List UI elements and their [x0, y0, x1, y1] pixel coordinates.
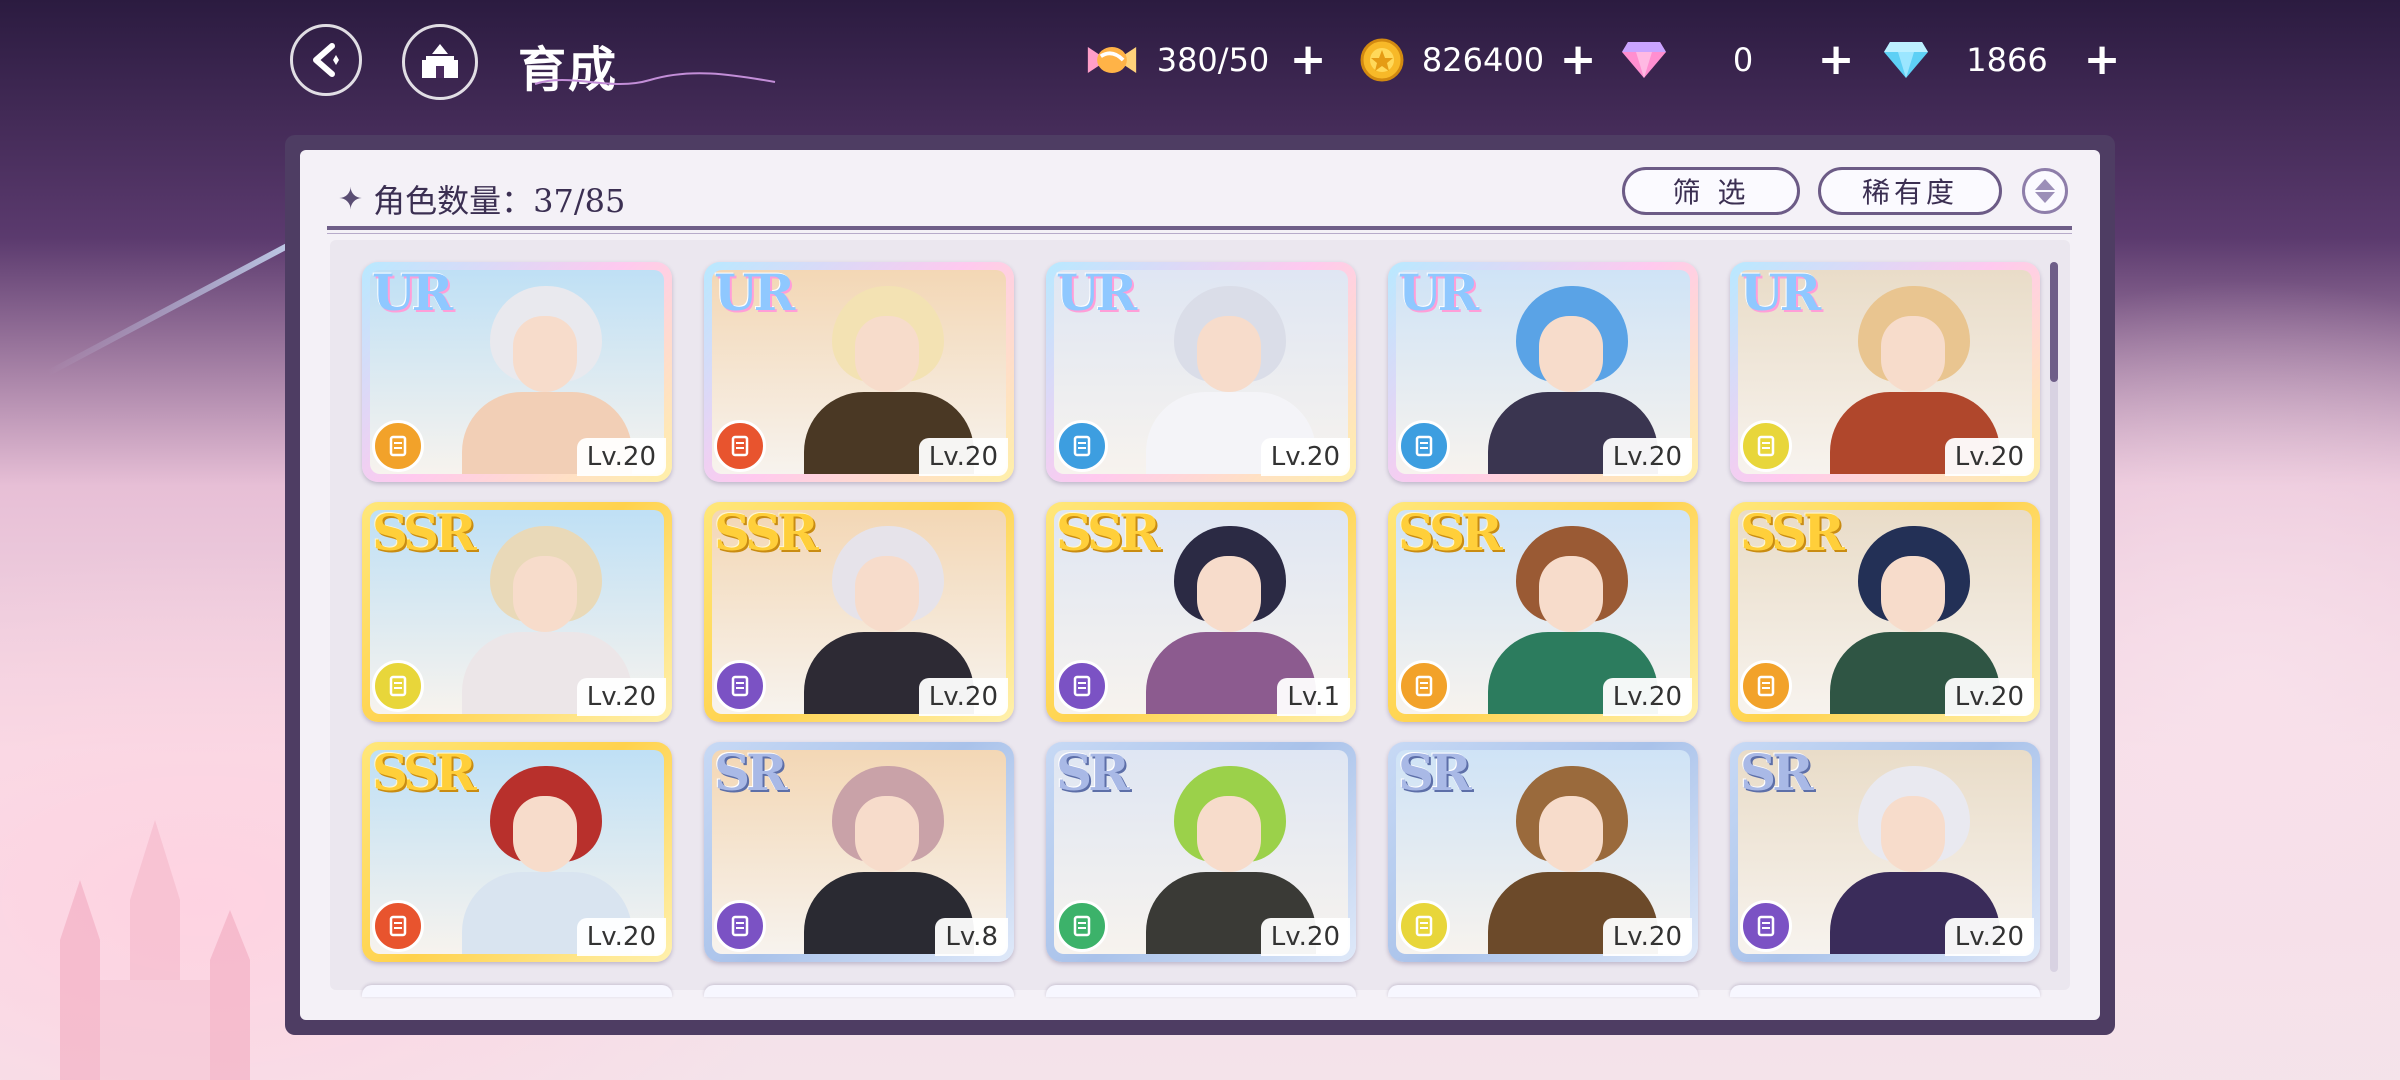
- currency-diamond: 1866 +: [1880, 34, 2122, 86]
- character-card[interactable]: SSR Lv.20: [1388, 502, 1698, 722]
- character-card[interactable]: SR Lv.20: [1388, 742, 1698, 962]
- currency-stamina: 380/50 +: [1086, 34, 1328, 86]
- level-label: Lv.20: [576, 678, 666, 716]
- pink-gem-value: 0: [1732, 41, 1754, 79]
- level-label: Lv.20: [1602, 918, 1692, 956]
- header-divider: [327, 226, 2072, 230]
- add-pink-gem-button[interactable]: +: [1816, 38, 1856, 82]
- element-icon: [1398, 900, 1450, 952]
- rarity-badge: UR: [1056, 263, 1137, 322]
- rarity-badge: UR: [714, 263, 795, 322]
- level-label: Lv.20: [1260, 918, 1350, 956]
- character-count: ✦ 角色数量：37/85: [338, 176, 625, 222]
- blue-diamond-icon: [1880, 34, 1932, 86]
- character-card-partial[interactable]: [1388, 985, 1698, 997]
- character-card[interactable]: SSR Lv.20: [704, 502, 1014, 722]
- rarity-badge: UR: [372, 263, 453, 322]
- character-card[interactable]: SSR Lv.20: [1730, 502, 2040, 722]
- level-label: Lv.8: [935, 918, 1008, 956]
- rarity-badge: UR: [1398, 263, 1479, 322]
- gold-coin-icon: [1356, 34, 1408, 86]
- character-card[interactable]: UR Lv.20: [704, 262, 1014, 482]
- level-label: Lv.20: [918, 678, 1008, 716]
- element-icon: [1056, 660, 1108, 712]
- sort-rarity-button[interactable]: 稀有度: [1818, 167, 2002, 215]
- gold-value: 826400: [1421, 41, 1545, 79]
- scrollbar-thumb[interactable]: [2050, 262, 2058, 382]
- character-card[interactable]: SSR Lv.1: [1046, 502, 1356, 722]
- sort-order-toggle[interactable]: [2022, 168, 2068, 214]
- rarity-badge: UR: [1740, 263, 1821, 322]
- level-label: Lv.20: [576, 918, 666, 956]
- element-icon: [372, 660, 424, 712]
- level-label: Lv.20: [918, 438, 1008, 476]
- rarity-badge: SSR: [1398, 503, 1503, 562]
- rarity-badge: SSR: [372, 503, 477, 562]
- element-icon: [372, 420, 424, 472]
- rarity-badge: SSR: [372, 743, 477, 802]
- element-icon: [1398, 420, 1450, 472]
- character-card[interactable]: UR Lv.20: [1730, 262, 2040, 482]
- level-label: Lv.20: [576, 438, 666, 476]
- back-arrow-icon: [313, 43, 339, 77]
- sort-descending-icon: [2035, 192, 2055, 203]
- rarity-badge: SSR: [714, 503, 819, 562]
- castle-icon: [422, 44, 458, 78]
- add-gold-button[interactable]: +: [1558, 38, 1598, 82]
- character-card-partial[interactable]: [1730, 985, 2040, 997]
- element-icon: [1740, 900, 1792, 952]
- element-icon: [1056, 420, 1108, 472]
- rarity-badge: SR: [714, 743, 788, 802]
- rarity-badge: SR: [1740, 743, 1814, 802]
- character-card[interactable]: SR Lv.20: [1046, 742, 1356, 962]
- level-label: Lv.20: [1602, 438, 1692, 476]
- rarity-badge: SR: [1398, 743, 1472, 802]
- character-card[interactable]: SSR Lv.20: [362, 502, 672, 722]
- rarity-badge: SR: [1056, 743, 1130, 802]
- level-label: Lv.20: [1944, 918, 2034, 956]
- level-label: Lv.20: [1944, 678, 2034, 716]
- add-stamina-button[interactable]: +: [1288, 38, 1328, 82]
- character-card[interactable]: SR Lv.20: [1730, 742, 2040, 962]
- filter-button[interactable]: 筛 选: [1622, 167, 1800, 215]
- pink-gem-icon: [1618, 34, 1670, 86]
- character-card-partial[interactable]: [1046, 985, 1356, 997]
- title-flourish-decoration: [534, 72, 776, 85]
- sort-ascending-icon: [2035, 179, 2055, 190]
- rarity-badge: SSR: [1056, 503, 1161, 562]
- element-icon: [372, 900, 424, 952]
- currency-gold: 826400 +: [1356, 34, 1598, 86]
- element-icon: [1398, 660, 1450, 712]
- element-icon: [1740, 660, 1792, 712]
- character-card[interactable]: SSR Lv.20: [362, 742, 672, 962]
- home-button[interactable]: [402, 24, 478, 100]
- character-card[interactable]: SR Lv.8: [704, 742, 1014, 962]
- element-icon: [1740, 420, 1792, 472]
- character-count-text: 角色数量：37/85: [373, 182, 626, 220]
- element-icon: [714, 420, 766, 472]
- element-icon: [714, 660, 766, 712]
- diamond-value: 1866: [1966, 41, 2048, 79]
- element-icon: [714, 900, 766, 952]
- currency-pink-gem: 0 +: [1618, 34, 1856, 86]
- header-divider-thin: [327, 233, 2072, 234]
- candy-icon: [1086, 34, 1138, 86]
- level-label: Lv.20: [1260, 438, 1350, 476]
- element-icon: [1056, 900, 1108, 952]
- back-button[interactable]: [290, 24, 362, 96]
- sparkle-icon: ✦: [338, 181, 364, 217]
- character-card[interactable]: UR Lv.20: [1046, 262, 1356, 482]
- character-card-partial[interactable]: [704, 985, 1014, 997]
- add-diamond-button[interactable]: +: [2082, 38, 2122, 82]
- level-label: Lv.20: [1602, 678, 1692, 716]
- level-label: Lv.1: [1277, 678, 1350, 716]
- character-card[interactable]: UR Lv.20: [362, 262, 672, 482]
- level-label: Lv.20: [1944, 438, 2034, 476]
- character-card[interactable]: UR Lv.20: [1388, 262, 1698, 482]
- character-card-partial[interactable]: [362, 985, 672, 997]
- stamina-value: 380/50: [1156, 41, 1270, 79]
- rarity-badge: SSR: [1740, 503, 1845, 562]
